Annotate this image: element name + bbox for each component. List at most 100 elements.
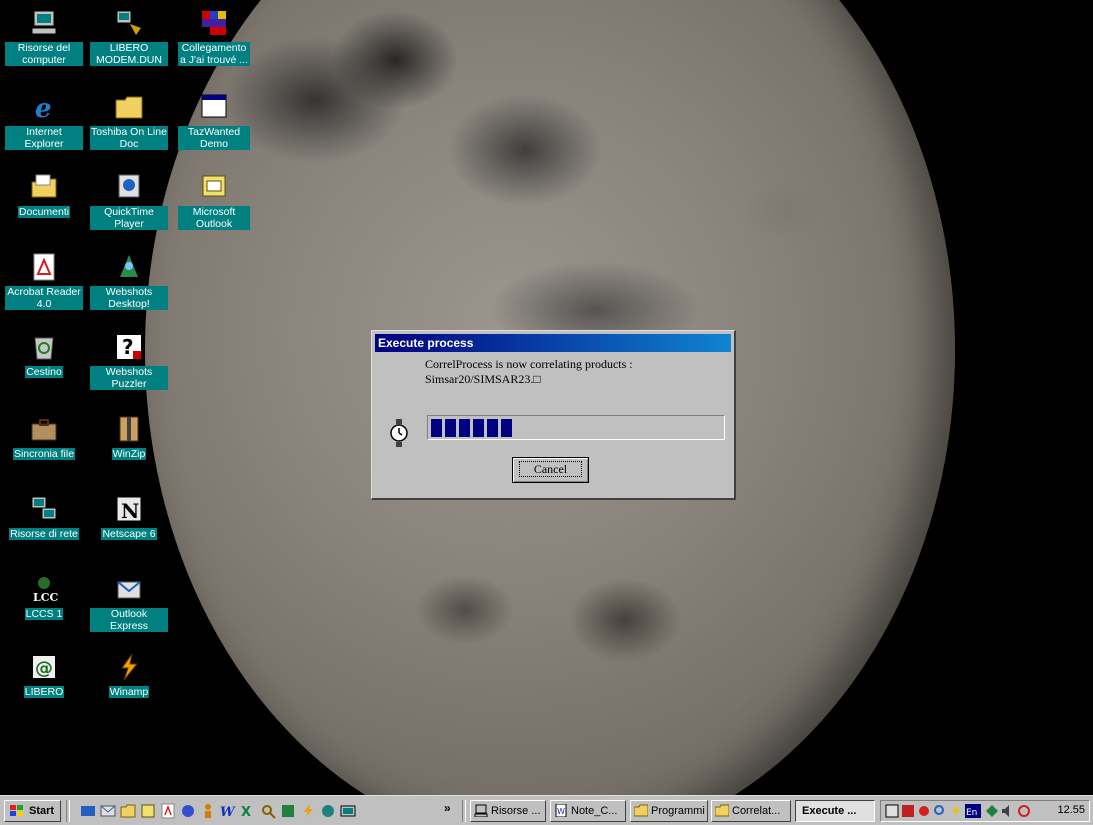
icon-label: Internet Explorer [5,126,83,150]
folder-icon [714,804,730,817]
progress-segment [473,419,484,437]
progress-segment [459,419,470,437]
icon-label: Webshots Desktop! [90,286,168,310]
desktop-icon-toshiba-doc[interactable]: Toshiba On Line Doc [90,90,168,150]
outlook-express-icon[interactable] [100,803,116,819]
quicklaunch-overflow[interactable]: » [444,801,451,815]
update-tray-icon[interactable] [1017,804,1031,818]
desktop-icon-tazwanted[interactable]: TazWanted Demo [178,90,250,150]
desktop-icon-recycle-bin[interactable]: Cestino [5,330,83,378]
task-label: Programmi [651,805,705,817]
task-button-note[interactable]: W Note_C... [550,800,626,822]
progress-segment [487,419,498,437]
svg-text:e: e [35,94,52,122]
quicktime-icon [112,170,146,204]
desktop-icon-ms-outlook[interactable]: Microsoft Outlook [178,170,250,230]
winzip-icon [112,412,146,446]
taskbar: Start W X » Risorse ... W Note_C... Prog… [0,795,1093,825]
icon-label: Collegamento a J'ai trouvé ... [178,42,250,66]
svg-text:?: ? [122,335,134,359]
outlook-icon [197,170,231,204]
word-icon[interactable]: W [220,803,236,820]
folder-icon[interactable] [120,803,136,819]
acrobat-icon[interactable] [160,803,176,819]
search-tray-icon[interactable] [933,804,947,818]
chat-icon[interactable] [180,803,196,819]
folder-icon [633,804,649,817]
webshots-icon [112,250,146,284]
icon-label: Documenti [17,206,71,218]
app-icon[interactable] [320,803,336,819]
desktop-icon-libero-modem[interactable]: LIBERO MODEM.DUN [90,6,168,66]
word-doc-icon: W [554,803,568,818]
desktop-icon-lccs[interactable]: LCCS LCCS 1 [5,572,83,620]
status-tray-icon[interactable] [917,804,931,818]
desktop-icon-acrobat[interactable]: Acrobat Reader 4.0 [5,250,83,310]
language-tray-icon[interactable]: En [965,804,981,818]
desktop-icon-winzip[interactable]: WinZip [90,412,168,460]
progress-bar [427,415,725,440]
clock[interactable]: 12.55 [1057,804,1085,816]
desktop-icon-quicktime[interactable]: QuickTime Player [90,170,168,230]
icon-label: TazWanted Demo [178,126,250,150]
icon-label: LCCS 1 [24,608,64,620]
outlook-icon[interactable] [140,803,156,819]
desktop-icon-collegamento[interactable]: Collegamento a J'ai trouvé ... [178,6,250,66]
desktop-icon-network[interactable]: Risorse di rete [0,492,88,540]
task-label: Note_C... [571,805,618,817]
desktop-icon-libero[interactable]: @ LIBERO [5,650,83,698]
icon-label: QuickTime Player [90,206,168,230]
desktop-icon-internet-explorer[interactable]: e Internet Explorer [5,90,83,150]
outlook-express-icon [112,572,146,606]
cancel-button[interactable]: Cancel [512,457,589,483]
task-button-risorse[interactable]: Risorse ... [470,800,546,822]
my-computer-icon [27,6,61,40]
desktop-icon-webshots-puzzler[interactable]: ? Webshots Puzzler [90,330,168,390]
show-desktop-icon[interactable] [340,803,356,819]
dialog-title[interactable]: Execute process [375,334,731,352]
desktop-icon-winamp[interactable]: Winamp [90,650,168,698]
icon-label: Acrobat Reader 4.0 [5,286,83,310]
message-line-1: CorrelProcess is now correlating product… [425,357,633,371]
icon-label: Webshots Puzzler [90,366,168,390]
stopwatch-icon [389,419,409,447]
svg-text:X: X [241,805,251,819]
task-button-programmi[interactable]: Programmi [630,800,708,822]
desktop-icon-netscape[interactable]: N Netscape 6 [90,492,168,540]
desktop-icon-documenti[interactable]: Documenti [5,170,83,218]
network-tray-icon[interactable] [885,804,899,818]
desktop-icon-sincronia[interactable]: Sincronia file [5,412,83,460]
task-button-correlat[interactable]: Correlat... [711,800,791,822]
svg-text:LCCS: LCCS [33,591,59,604]
desktop-quicklaunch-icon[interactable] [80,803,96,819]
windows-logo-icon [9,804,25,818]
winamp-icon[interactable] [300,803,316,819]
task-button-execute[interactable]: Execute ... [795,800,875,822]
app-tray-icon[interactable] [985,804,999,818]
icon-label: Risorse del computer [5,42,83,66]
documents-folder-icon [27,170,61,204]
shortcut-icon [197,6,231,40]
cancel-label: Cancel [518,461,583,477]
excel-icon[interactable]: X [240,803,256,820]
progress-segment [445,419,456,437]
dialog-message: CorrelProcess is now correlating product… [425,357,633,387]
search-icon[interactable] [260,803,276,819]
icon-label: Risorse di rete [9,528,79,540]
icon-label: Sincronia file [12,448,76,460]
tools-icon[interactable] [280,803,296,819]
my-computer-icon [474,804,488,818]
desktop-icon-my-computer[interactable]: Risorse del computer [5,6,83,66]
volume-tray-icon[interactable] [1001,804,1015,818]
message-line-2: Simsar20/SIMSAR23.□ [425,372,541,386]
desktop: Risorse del computer e Internet Explorer… [0,0,1093,795]
desktop-icon-webshots-desktop[interactable]: Webshots Desktop! [90,250,168,310]
antivirus-tray-icon[interactable] [901,804,915,818]
desktop-icon-outlook-express[interactable]: Outlook Express [90,572,168,632]
person-icon[interactable] [200,803,216,819]
start-button[interactable]: Start [4,800,61,822]
power-tray-icon[interactable] [949,804,963,818]
svg-text:En: En [966,808,977,818]
netscape-icon: N [112,492,146,526]
icon-label: LIBERO MODEM.DUN [90,42,168,66]
